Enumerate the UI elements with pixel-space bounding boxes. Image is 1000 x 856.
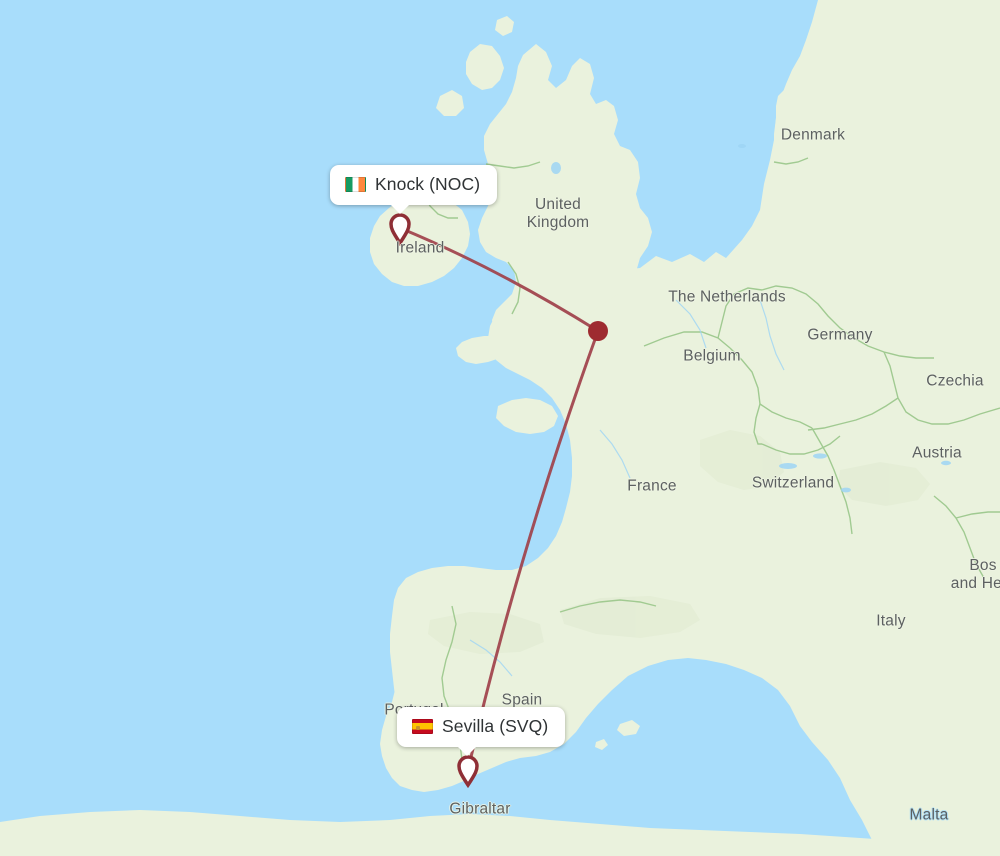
spain-flag-icon: [412, 719, 433, 734]
ireland-flag-icon: [345, 177, 366, 192]
airport-tooltip-sevilla[interactable]: Sevilla (SVQ): [397, 707, 566, 756]
airport-label-sevilla: Sevilla (SVQ): [442, 716, 549, 736]
waypoint-marker: [588, 321, 608, 341]
airport-label-knock: Knock (NOC): [375, 174, 481, 194]
flight-route-map[interactable]: Denmark United Kingdom Ireland The Netherlan…: [0, 0, 1000, 856]
airport-tooltip-knock[interactable]: Knock (NOC): [330, 165, 498, 214]
